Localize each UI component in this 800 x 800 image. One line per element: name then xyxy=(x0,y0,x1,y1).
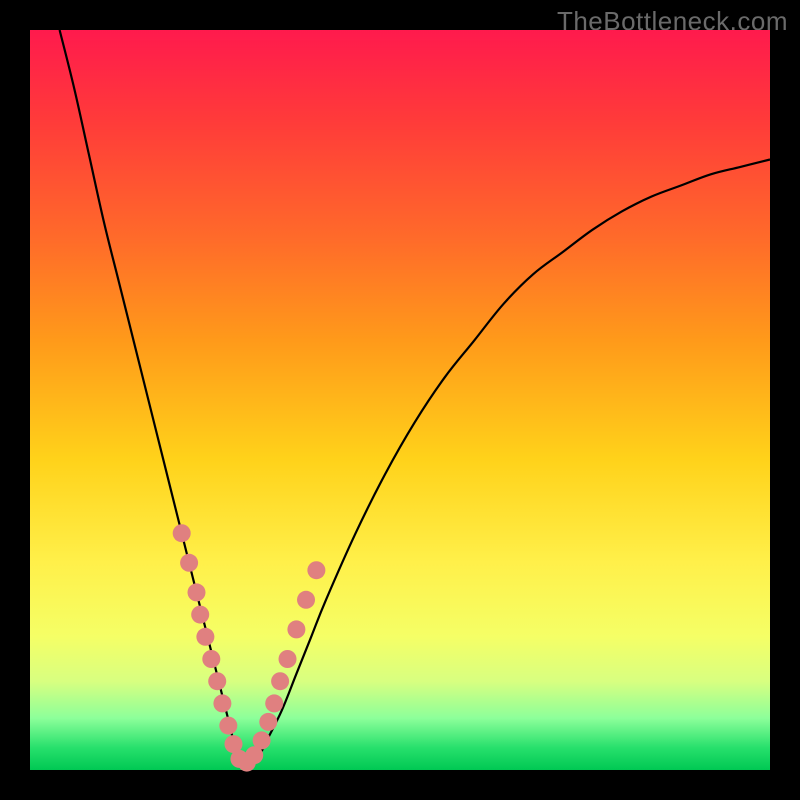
sample-dot xyxy=(202,650,220,668)
sample-dot xyxy=(173,524,191,542)
chart-frame: TheBottleneck.com xyxy=(0,0,800,800)
sample-dot xyxy=(279,650,297,668)
plot-area xyxy=(30,30,770,770)
sample-dot xyxy=(213,694,231,712)
sample-dot xyxy=(191,606,209,624)
sample-dot xyxy=(188,583,206,601)
sample-dot xyxy=(287,620,305,638)
sample-dot xyxy=(307,561,325,579)
sample-dot xyxy=(253,731,271,749)
sample-dot xyxy=(271,672,289,690)
sample-dot xyxy=(259,713,277,731)
sample-dot xyxy=(196,628,214,646)
sample-dot xyxy=(219,717,237,735)
sample-dot xyxy=(297,591,315,609)
bottleneck-curve xyxy=(60,30,770,767)
chart-overlay xyxy=(30,30,770,770)
sample-dot xyxy=(265,694,283,712)
sample-dot xyxy=(180,554,198,572)
sample-dot xyxy=(208,672,226,690)
